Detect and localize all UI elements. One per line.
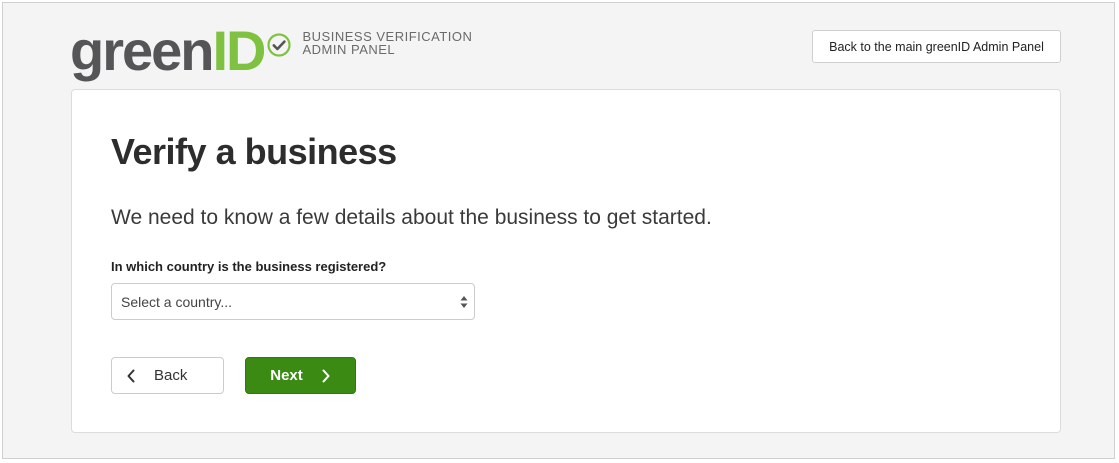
up-down-arrows-icon [460, 296, 468, 308]
greenid-logo: greenID BUSINESS VERIFICATION ADMIN PANE… [70, 23, 472, 79]
logo-word-id: ID [212, 19, 267, 82]
back-button[interactable]: Back [111, 357, 224, 394]
page-title: Verify a business [111, 131, 397, 172]
country-select[interactable]: Select a country... [111, 283, 475, 320]
page-frame: greenID BUSINESS VERIFICATION ADMIN PANE… [2, 2, 1115, 459]
back-to-admin-panel-button[interactable]: Back to the main greenID Admin Panel [812, 30, 1061, 63]
logo-wordmark: greenID [70, 23, 267, 79]
verify-business-card: Verify a business We need to know a few … [71, 89, 1061, 433]
chevron-right-icon [322, 369, 330, 382]
logo-word-green: green [70, 19, 214, 82]
chevron-left-icon [127, 369, 135, 382]
logo-subtitle: BUSINESS VERIFICATION ADMIN PANEL [303, 30, 473, 56]
back-button-label: Back [154, 367, 188, 384]
next-button[interactable]: Next [245, 357, 356, 394]
intro-text: We need to know a few details about the … [111, 206, 712, 229]
logo-subtitle-line2: ADMIN PANEL [302, 42, 396, 57]
country-question-label: In which country is the business registe… [111, 259, 387, 274]
country-select-value: Select a country... [121, 293, 233, 310]
check-circle-icon [266, 33, 291, 57]
next-button-label: Next [270, 367, 303, 384]
